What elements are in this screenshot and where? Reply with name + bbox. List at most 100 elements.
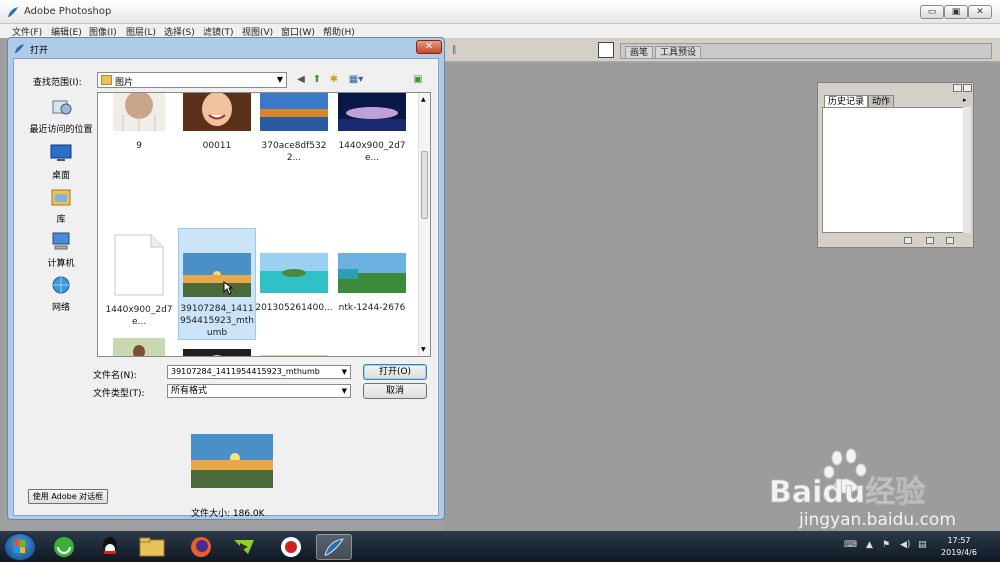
cancel-button[interactable]: 取消 — [363, 383, 427, 399]
baidu-jingyan-logo: Baidu经验 — [769, 448, 926, 510]
tab-brushes[interactable]: 画笔 — [625, 46, 654, 58]
filetype-dropdown[interactable]: 所有格式 ▼ — [167, 384, 351, 398]
dialog-body: 查找范围(I): 图片 ▼ ◀ ⬆ ✱ ▦▾ ▣ 最近访问的位置 桌面 库 计算… — [13, 58, 439, 519]
chevron-down-icon: ▼ — [276, 75, 283, 84]
panel-menu-icon[interactable]: ▸ — [963, 96, 967, 104]
computer-icon — [52, 232, 70, 250]
file-item[interactable] — [100, 338, 178, 356]
back-icon[interactable]: ◀ — [294, 73, 308, 87]
show-hidden-icons-icon[interactable]: ▲ — [866, 540, 873, 550]
clock-time: 17:57 — [947, 536, 971, 545]
file-list[interactable]: 9 00011 370ace8df5322... 1440x900_2d7e..… — [97, 92, 431, 357]
desktop-shortcut-icon[interactable]: ▣ — [411, 73, 425, 87]
thumbnail-autumn-lake — [260, 93, 328, 131]
file-item[interactable]: ntk-1244-2676 — [333, 253, 411, 314]
filename-input[interactable]: 39107284_1411954415923_mthumb ▼ — [167, 365, 351, 379]
file-name: 39107284_1411954415923_mthumb — [179, 304, 255, 338]
taskbar-qq-icon[interactable] — [92, 534, 128, 560]
file-item[interactable]: 370ace8df5322... — [255, 93, 333, 164]
clock-date: 2019/4/6 — [941, 548, 977, 557]
maximize-icon: ▣ — [951, 7, 961, 17]
options-bar: ‖ 画笔 工具预设 — [444, 38, 1000, 62]
photoshop-feather-icon — [15, 44, 24, 53]
close-icon: ✕ — [976, 7, 984, 17]
place-label: 网络 — [51, 303, 70, 313]
thumbnail-woman-beach — [113, 338, 165, 356]
minimize-button[interactable]: ▭ — [920, 5, 944, 19]
history-footer — [818, 235, 973, 247]
place-label: 计算机 — [47, 259, 75, 269]
taskbar-recorder-icon[interactable] — [273, 534, 309, 560]
maximize-button[interactable]: ▣ — [944, 5, 968, 19]
flag-icon[interactable]: ⚑ — [882, 540, 890, 550]
palette-well-icon[interactable] — [598, 42, 614, 58]
place-recent[interactable]: 最近访问的位置 — [24, 97, 98, 135]
new-folder-icon[interactable]: ✱ — [327, 73, 341, 87]
minimize-icon: ▭ — [927, 7, 937, 17]
use-adobe-dialog-button[interactable]: 使用 Adobe 对话框 — [28, 489, 108, 504]
history-list[interactable] — [822, 107, 968, 233]
panel-minimize-icon[interactable] — [953, 84, 962, 92]
look-in-dropdown[interactable]: 图片 ▼ — [97, 72, 287, 88]
library-icon — [51, 189, 71, 206]
tab-history[interactable]: 历史记录 — [824, 95, 869, 107]
file-list-scrollbar[interactable]: ▲ ▼ — [418, 93, 430, 356]
filename-value: 39107284_1411954415923_mthumb — [171, 367, 320, 376]
file-item-selected[interactable]: 39107284_1411954415923_mthumb — [178, 228, 256, 340]
file-item[interactable]: 00011 — [178, 93, 256, 152]
file-item[interactable]: 201305261400... — [255, 253, 333, 314]
baidu-watermark: Baidu经验 jingyan.baidu.com — [765, 448, 965, 538]
thumbnail-portrait-collage — [113, 93, 165, 131]
places-bar: 最近访问的位置 桌面 库 计算机 网络 — [24, 93, 98, 393]
open-file-dialog: 打开 ✕ 查找范围(I): 图片 ▼ ◀ ⬆ ✱ ▦▾ ▣ 最近访问的位置 桌面 — [7, 37, 445, 520]
file-item[interactable]: 1440x900_2d7e... — [333, 93, 411, 164]
new-snapshot-icon[interactable] — [926, 237, 934, 244]
place-label: 最近访问的位置 — [29, 125, 93, 135]
history-scrollbar[interactable] — [963, 107, 971, 233]
dialog-title: 打开 — [30, 46, 49, 56]
scroll-up-icon[interactable]: ▲ — [421, 96, 426, 103]
ps-window-title: Adobe Photoshop — [24, 6, 112, 17]
place-computer[interactable]: 计算机 — [24, 231, 98, 269]
folder-icon — [101, 75, 112, 85]
file-name: 1440x900_2d7e... — [105, 305, 173, 327]
panel-close-icon[interactable] — [963, 84, 972, 92]
file-name: ntk-1244-2676 — [338, 303, 406, 313]
tab-actions[interactable]: 动作 — [868, 95, 895, 107]
file-item[interactable] — [178, 349, 256, 356]
system-tray: ⌨ ▲ ⚑ ◀) ▤ 17:57 2019/4/6 — [838, 531, 1000, 562]
file-item[interactable] — [255, 355, 333, 356]
thumbnail-sunset-river — [338, 93, 406, 131]
open-button[interactable]: 打开(O) — [363, 364, 427, 380]
up-folder-icon[interactable]: ⬆ — [310, 73, 324, 87]
dialog-close-button[interactable]: ✕ — [416, 40, 442, 54]
new-document-from-state-icon[interactable] — [904, 237, 912, 244]
keyboard-icon[interactable]: ⌨ — [844, 540, 857, 550]
file-item[interactable]: 9 — [100, 93, 178, 152]
place-libraries[interactable]: 库 — [24, 187, 98, 225]
taskbar-photoshop-icon[interactable] — [316, 534, 352, 560]
close-button[interactable]: ✕ — [968, 5, 992, 19]
file-size-label: 文件大小: 186.0K — [191, 509, 265, 519]
tab-tool-presets[interactable]: 工具预设 — [655, 46, 702, 58]
trash-icon[interactable] — [946, 237, 954, 244]
file-item[interactable]: 1440x900_2d7e... — [100, 233, 178, 328]
taskbar-360-browser-icon[interactable] — [46, 534, 82, 560]
mouse-cursor-icon — [223, 281, 233, 295]
scroll-down-icon[interactable]: ▼ — [421, 346, 426, 353]
clock[interactable]: 17:57 2019/4/6 — [934, 535, 984, 559]
view-menu-icon[interactable]: ▦▾ — [345, 73, 367, 87]
chevron-down-icon[interactable]: ▼ — [342, 366, 347, 378]
network-tray-icon[interactable]: ▤ — [918, 540, 927, 550]
filetype-label: 文件类型(T): — [93, 389, 145, 399]
start-button[interactable] — [4, 533, 36, 561]
place-desktop[interactable]: 桌面 — [24, 143, 98, 181]
taskbar-firefox-icon[interactable] — [183, 534, 219, 560]
thumbnail-tropical-island — [260, 253, 328, 293]
options-bar-grip-icon[interactable]: ‖ — [452, 45, 457, 55]
scroll-thumb[interactable] — [421, 151, 428, 219]
taskbar-explorer-icon[interactable] — [134, 534, 170, 560]
place-network[interactable]: 网络 — [24, 275, 98, 313]
volume-icon[interactable]: ◀) — [900, 540, 910, 550]
taskbar-video-player-icon[interactable] — [226, 534, 262, 560]
